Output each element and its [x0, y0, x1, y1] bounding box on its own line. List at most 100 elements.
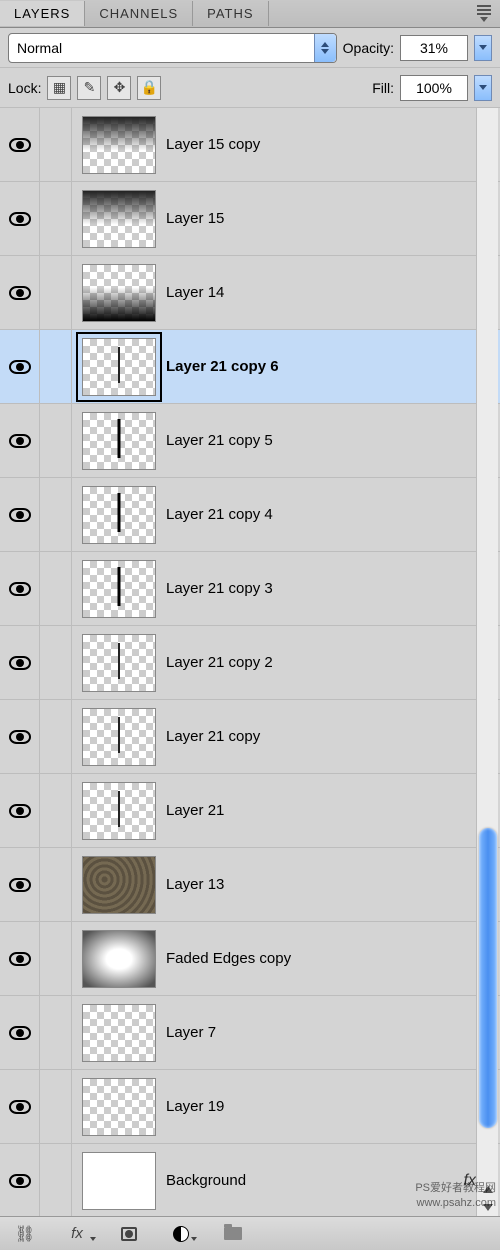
layer-name[interactable]: Background: [166, 1172, 464, 1189]
layer-thumbnail[interactable]: [82, 486, 156, 544]
layer-row[interactable]: Layer 15 copy: [0, 108, 500, 182]
blend-opacity-row: Normal Opacity: 31%: [0, 28, 500, 68]
layer-name[interactable]: Layer 7: [166, 1024, 500, 1041]
layer-name[interactable]: Layer 21: [166, 802, 500, 819]
visibility-toggle[interactable]: [0, 996, 40, 1069]
scroll-down-icon[interactable]: [477, 1198, 499, 1216]
visibility-toggle[interactable]: [0, 404, 40, 477]
fill-caret-icon[interactable]: [474, 75, 492, 101]
panel-tabs: LAYERS CHANNELS PATHS: [0, 0, 500, 28]
layer-row[interactable]: Layer 21 copy 6: [0, 330, 500, 404]
link-column: [40, 774, 72, 847]
fill-input[interactable]: 100%: [400, 75, 468, 101]
layer-thumbnail[interactable]: [82, 264, 156, 322]
scroll-up-icon[interactable]: [477, 1180, 499, 1198]
layer-row[interactable]: Layer 21 copy 5: [0, 404, 500, 478]
eye-icon: [9, 730, 31, 744]
layer-name[interactable]: Layer 21 copy 4: [166, 506, 500, 523]
layer-thumbnail[interactable]: [82, 412, 156, 470]
layer-name[interactable]: Layer 21 copy 6: [166, 358, 500, 375]
visibility-toggle[interactable]: [0, 922, 40, 995]
add-mask-icon[interactable]: [118, 1225, 140, 1243]
layer-thumbnail[interactable]: [82, 930, 156, 988]
layer-row[interactable]: Faded Edges copy: [0, 922, 500, 996]
layer-name[interactable]: Layer 21 copy 2: [166, 654, 500, 671]
layer-name[interactable]: Layer 21 copy 5: [166, 432, 500, 449]
layer-thumbnail[interactable]: [82, 1152, 156, 1210]
opacity-caret-icon[interactable]: [474, 35, 492, 61]
link-column: [40, 108, 72, 181]
layer-row[interactable]: Layer 21 copy 4: [0, 478, 500, 552]
visibility-toggle[interactable]: [0, 774, 40, 847]
visibility-toggle[interactable]: [0, 626, 40, 699]
opacity-input[interactable]: 31%: [400, 35, 468, 61]
adjustment-layer-icon[interactable]: [170, 1225, 192, 1243]
eye-icon: [9, 804, 31, 818]
layer-name[interactable]: Layer 14: [166, 284, 500, 301]
layer-row[interactable]: Layer 14: [0, 256, 500, 330]
layer-thumbnail[interactable]: [82, 1004, 156, 1062]
tab-layers[interactable]: LAYERS: [0, 1, 85, 26]
layer-name[interactable]: Layer 19: [166, 1098, 500, 1115]
layer-name[interactable]: Layer 15: [166, 210, 500, 227]
layer-row[interactable]: Backgroundfx: [0, 1144, 500, 1216]
layer-row[interactable]: Layer 21 copy 2: [0, 626, 500, 700]
eye-icon: [9, 212, 31, 226]
visibility-toggle[interactable]: [0, 478, 40, 551]
layer-thumbnail[interactable]: [82, 1078, 156, 1136]
new-group-icon[interactable]: [222, 1225, 244, 1243]
fill-label: Fill:: [372, 80, 394, 96]
visibility-toggle[interactable]: [0, 182, 40, 255]
layer-row[interactable]: Layer 21 copy: [0, 700, 500, 774]
layer-name[interactable]: Layer 21 copy 3: [166, 580, 500, 597]
chevron-updown-icon: [314, 34, 336, 62]
tab-paths[interactable]: PATHS: [193, 1, 268, 26]
eye-icon: [9, 1174, 31, 1188]
visibility-toggle[interactable]: [0, 848, 40, 921]
link-column: [40, 478, 72, 551]
layer-name[interactable]: Layer 13: [166, 876, 500, 893]
scrollbar-thumb[interactable]: [479, 828, 497, 1128]
link-layers-icon[interactable]: [14, 1225, 36, 1243]
lock-position-icon[interactable]: ✥: [107, 76, 131, 100]
layer-thumbnail[interactable]: [82, 560, 156, 618]
layer-row[interactable]: Layer 7: [0, 996, 500, 1070]
layer-name[interactable]: Layer 21 copy: [166, 728, 500, 745]
visibility-toggle[interactable]: [0, 330, 40, 403]
layer-row[interactable]: Layer 21: [0, 774, 500, 848]
lock-transparency-icon[interactable]: ▦: [47, 76, 71, 100]
tab-channels[interactable]: CHANNELS: [85, 1, 193, 26]
blend-mode-select[interactable]: Normal: [8, 33, 337, 63]
eye-icon: [9, 878, 31, 892]
layer-thumbnail[interactable]: [82, 116, 156, 174]
vertical-scrollbar[interactable]: [476, 108, 498, 1216]
visibility-toggle[interactable]: [0, 700, 40, 773]
panel-footer: fx: [0, 1216, 500, 1250]
visibility-toggle[interactable]: [0, 1070, 40, 1143]
layer-thumbnail[interactable]: [82, 634, 156, 692]
layer-thumbnail[interactable]: [82, 708, 156, 766]
layer-thumbnail[interactable]: [82, 856, 156, 914]
layer-row[interactable]: Layer 21 copy 3: [0, 552, 500, 626]
lock-all-icon[interactable]: 🔒: [137, 76, 161, 100]
visibility-toggle[interactable]: [0, 108, 40, 181]
layer-row[interactable]: Layer 13: [0, 848, 500, 922]
layer-thumbnail[interactable]: [82, 190, 156, 248]
fx-badge[interactable]: fx: [464, 1172, 476, 1190]
layer-row[interactable]: Layer 15: [0, 182, 500, 256]
opacity-label: Opacity:: [343, 40, 394, 56]
eye-icon: [9, 582, 31, 596]
layer-name[interactable]: Layer 15 copy: [166, 136, 500, 153]
layer-name[interactable]: Faded Edges copy: [166, 950, 500, 967]
panel-menu-icon[interactable]: [472, 2, 496, 26]
lock-pixels-icon[interactable]: ✎: [77, 76, 101, 100]
layer-row[interactable]: Layer 19: [0, 1070, 500, 1144]
link-column: [40, 626, 72, 699]
layer-thumbnail[interactable]: [82, 338, 156, 396]
layer-thumbnail[interactable]: [82, 782, 156, 840]
visibility-toggle[interactable]: [0, 552, 40, 625]
visibility-toggle[interactable]: [0, 256, 40, 329]
visibility-toggle[interactable]: [0, 1144, 40, 1216]
layer-style-icon[interactable]: fx: [66, 1225, 88, 1243]
link-column: [40, 404, 72, 477]
